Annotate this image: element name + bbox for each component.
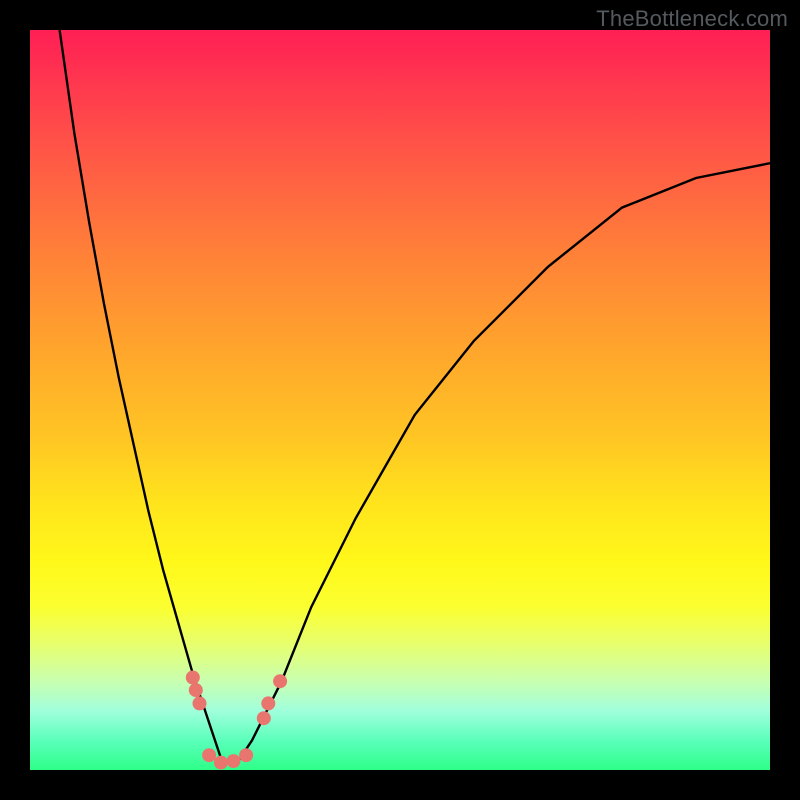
marker-dot xyxy=(189,683,203,697)
watermark-text: TheBottleneck.com xyxy=(596,6,788,32)
marker-dot xyxy=(214,756,228,770)
marker-dot xyxy=(193,696,207,710)
marker-dot xyxy=(227,754,241,768)
chart-overlay xyxy=(30,30,770,770)
bottleneck-curve xyxy=(60,30,770,763)
marker-dot xyxy=(239,748,253,762)
marker-dot xyxy=(261,696,275,710)
chart-container: TheBottleneck.com xyxy=(0,0,800,800)
marker-dot xyxy=(186,671,200,685)
marker-group xyxy=(186,671,287,770)
marker-dot xyxy=(202,748,216,762)
marker-dot xyxy=(257,711,271,725)
marker-dot xyxy=(273,674,287,688)
